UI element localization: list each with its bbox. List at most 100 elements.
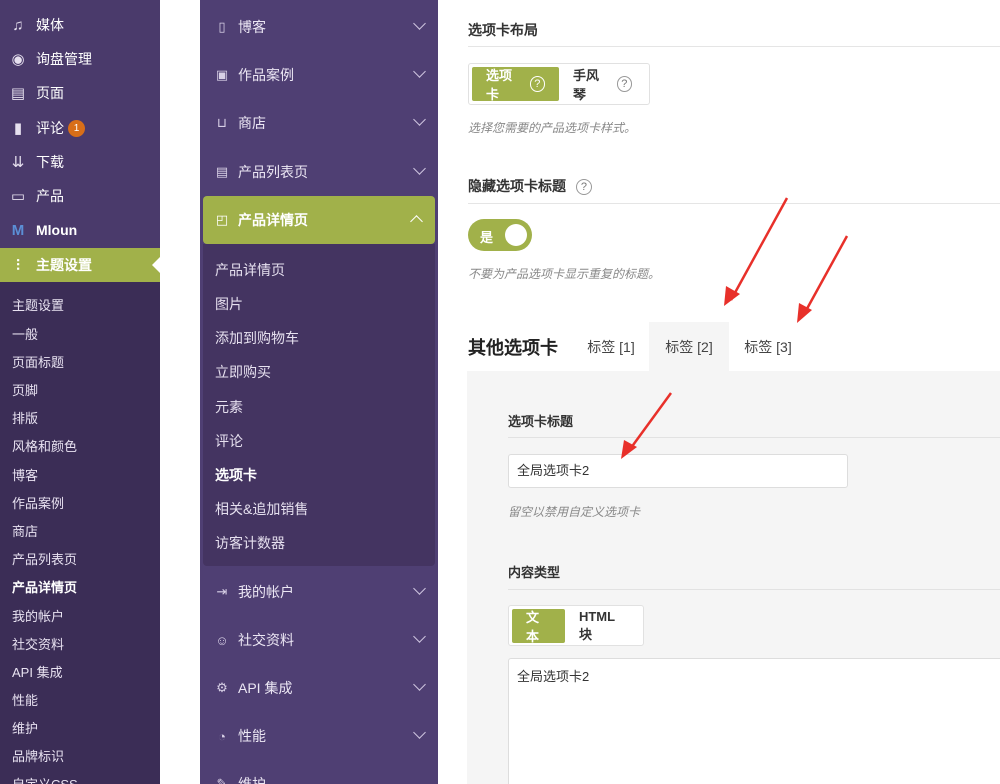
wp-submenu-performance[interactable]: 性能 (12, 690, 38, 709)
wp-submenu-typography[interactable]: 排版 (12, 408, 38, 427)
toggle-label: 是 (480, 230, 494, 245)
wp-submenu-styles-colors[interactable]: 风格和颜色 (12, 436, 77, 455)
options-nav-label: API 集成 (238, 680, 293, 696)
tab-content-textarea[interactable]: 全局选项卡2 (508, 658, 1000, 784)
options-subnav-buy-now[interactable]: 立即购买 (215, 362, 271, 382)
options-subnav-panel: 产品详情页 图片 添加到购物车 立即购买 元素 评论 选项卡 相关&追加销售 访… (203, 244, 435, 566)
options-nav-blog[interactable]: ▯ 博客 (200, 3, 438, 51)
options-subnav-add-to-cart[interactable]: 添加到购物车 (215, 328, 299, 348)
chevron-down-icon (413, 162, 426, 175)
settings-main: 选项卡布局 选项卡 ? 手风琴 ? 选择您需要的产品选项卡样式。 隐藏选项卡标题… (438, 0, 1000, 784)
options-nav-api[interactable]: ⚙ API 集成 (200, 664, 438, 712)
wp-submenu-social[interactable]: 社交资料 (12, 634, 64, 653)
options-subnav-single-product[interactable]: 产品详情页 (215, 260, 285, 280)
pages-icon: ▤ (10, 85, 26, 102)
tab-title-input[interactable]: 全局选项卡2 (508, 454, 848, 488)
divider (508, 589, 1000, 590)
options-subnav-images[interactable]: 图片 (215, 294, 243, 314)
tab-label-1[interactable]: 标签 [1] (576, 322, 646, 372)
wp-menu-theme-settings[interactable]: ⫶ 主题设置 (0, 248, 160, 282)
chevron-down-icon (413, 17, 426, 30)
options-nav-label: 商店 (238, 115, 266, 131)
hide-titles-description: 不要为产品选项卡显示重复的标题。 (468, 267, 661, 281)
options-subnav-tabs[interactable]: 选项卡 (215, 465, 257, 485)
options-subnav-visitor-counter[interactable]: 访客计数器 (215, 533, 285, 553)
wp-submenu-blog[interactable]: 博客 (12, 465, 38, 484)
content-type-label: 内容类型 (508, 565, 561, 580)
wp-submenu-theme-settings[interactable]: 主题设置 (12, 295, 64, 314)
tab-title-label: 选项卡标题 (508, 414, 574, 429)
cart-icon: ⊔ (216, 115, 228, 130)
users-icon: ☺ (215, 632, 229, 648)
chevron-down-icon (413, 113, 426, 126)
wp-menu-comments[interactable]: ▮ 评论 1 (0, 111, 160, 145)
mloun-logo-icon: M (11, 221, 25, 239)
wp-menu-label: 主题设置 (36, 257, 92, 273)
tabs-layout-option-accordion[interactable]: 手风琴 ? (559, 67, 646, 102)
options-subnav-elements[interactable]: 元素 (215, 397, 243, 417)
tabs-layout-option-tabs[interactable]: 选项卡 ? (472, 67, 559, 102)
wp-submenu-single-product[interactable]: 产品详情页 (12, 577, 77, 596)
wp-menu-download[interactable]: ⇊ 下载 (0, 145, 160, 179)
option-label: 手风琴 (573, 68, 600, 102)
wp-menu-label: 产品 (36, 188, 64, 204)
options-subnav-related-upsells[interactable]: 相关&追加销售 (215, 499, 308, 519)
options-nav-maintenance[interactable]: ✎ 维护 (200, 760, 438, 784)
wp-menu-pages[interactable]: ▤ 页面 (0, 76, 160, 110)
divider (468, 203, 1000, 204)
chevron-down-icon (413, 678, 426, 691)
wp-submenu-branding[interactable]: 品牌标识 (12, 746, 64, 765)
tab-label-2[interactable]: 标签 [2] (649, 322, 729, 372)
wp-submenu-product-archive[interactable]: 产品列表页 (12, 549, 77, 568)
help-icon[interactable]: ? (529, 76, 545, 92)
options-nav-portfolio[interactable]: ▣ 作品案例 (200, 51, 438, 99)
wp-menu-products[interactable]: ▭ 产品 (0, 179, 160, 213)
wp-submenu-custom-css[interactable]: 自定义CSS (12, 774, 78, 784)
wp-submenu-shop[interactable]: 商店 (12, 521, 38, 540)
blog-icon: ▯ (218, 19, 226, 34)
hide-titles-label: 隐藏选项卡标题 (468, 178, 566, 194)
tab-label-3[interactable]: 标签 [3] (733, 322, 803, 372)
divider (468, 46, 1000, 47)
wp-submenu-api[interactable]: API 集成 (12, 662, 63, 681)
chevron-down-icon (413, 630, 426, 643)
wp-menu-label: 评论 (36, 120, 64, 136)
options-nav-performance[interactable]: ◔ 性能 (200, 712, 438, 760)
wp-admin-sidebar: ♫ 媒体 ◉ 询盘管理 ▤ 页面 ▮ 评论 1 ⇊ 下载 ▭ 产品 M Mlou… (0, 0, 160, 784)
comments-count-badge: 1 (68, 119, 85, 137)
archive-icon: ▤ (215, 164, 229, 179)
options-nav-label: 性能 (238, 728, 266, 744)
wp-menu-inquiry[interactable]: ◉ 询盘管理 (0, 42, 160, 76)
wp-menu-label: 页面 (36, 85, 64, 101)
options-nav-my-account[interactable]: ⇥ 我的帐户 (200, 568, 438, 616)
tabs-layout-title: 选项卡布局 (468, 22, 538, 38)
content-type-option-html-block[interactable]: HTML块 (565, 609, 640, 643)
options-nav-shop[interactable]: ⊔ 商店 (200, 99, 438, 147)
wp-menu-label: 下载 (36, 154, 64, 170)
options-nav-label: 维护 (238, 776, 266, 784)
tabs-layout-switch: 选项卡 ? 手风琴 ? (468, 63, 650, 105)
wp-submenu-maintenance[interactable]: 维护 (12, 718, 38, 737)
help-icon[interactable]: ? (575, 179, 592, 196)
options-nav-label: 博客 (238, 19, 266, 35)
hide-titles-toggle[interactable]: 是 (468, 219, 532, 251)
wp-menu-mloun[interactable]: M Mloun (0, 213, 160, 247)
comments-icon: ▮ (13, 120, 23, 137)
wp-submenu-portfolio[interactable]: 作品案例 (12, 493, 64, 512)
content-type-option-text[interactable]: 文本 (512, 608, 565, 644)
wp-submenu-general[interactable]: 一般 (12, 324, 38, 343)
wp-menu-label: 询盘管理 (36, 51, 92, 67)
wp-menu-label: 媒体 (36, 17, 64, 33)
wp-submenu-page-title[interactable]: 页面标题 (12, 352, 64, 371)
wp-submenu-my-account[interactable]: 我的帐户 (12, 606, 64, 625)
options-subnav-reviews[interactable]: 评论 (215, 431, 243, 451)
tab-title-description: 留空以禁用自定义选项卡 (508, 505, 641, 519)
help-icon[interactable]: ? (616, 76, 632, 92)
options-nav-social[interactable]: ☺ 社交资料 (200, 616, 438, 664)
wp-menu-media[interactable]: ♫ 媒体 (0, 8, 160, 42)
options-nav-product-archive[interactable]: ▤ 产品列表页 (200, 148, 438, 196)
options-nav-single-product[interactable]: ◰ 产品详情页 (203, 196, 435, 244)
options-nav-label: 产品列表页 (238, 164, 308, 180)
login-icon: ⇥ (216, 584, 228, 599)
wp-submenu-footer[interactable]: 页脚 (12, 380, 38, 399)
